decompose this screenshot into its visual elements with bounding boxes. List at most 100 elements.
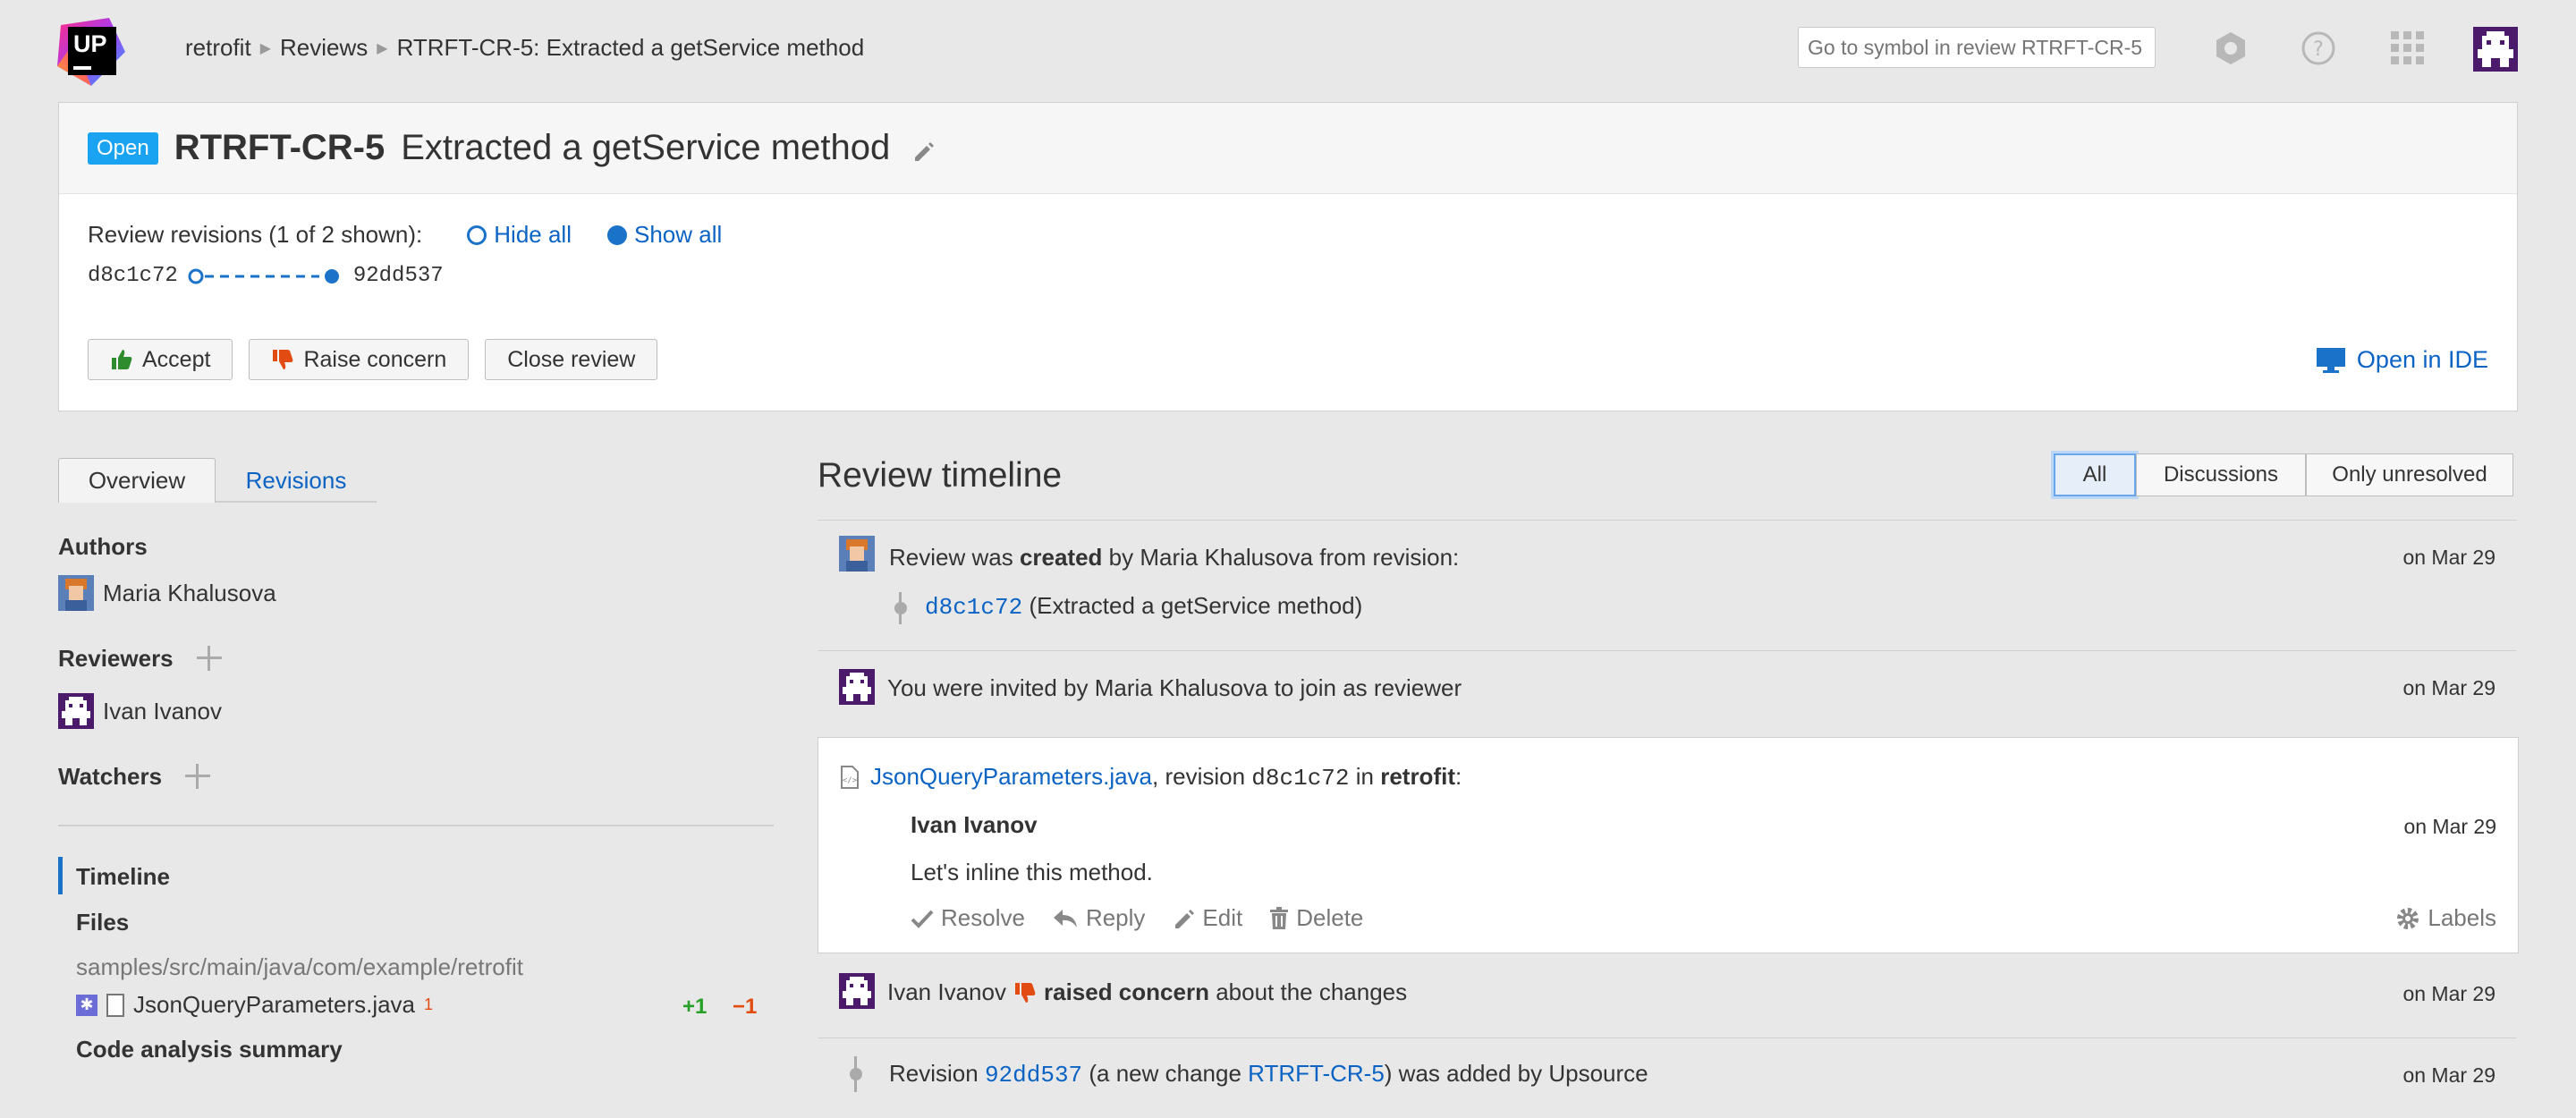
breadcrumb-reviews[interactable]: Reviews bbox=[280, 34, 368, 62]
breadcrumb-project[interactable]: retrofit bbox=[185, 34, 251, 62]
pencil-icon[interactable] bbox=[911, 140, 935, 163]
revision-from[interactable]: d8c1c72 bbox=[88, 264, 178, 288]
tab-revisions[interactable]: Revisions bbox=[216, 458, 377, 503]
show-all-label: Show all bbox=[633, 221, 723, 248]
revision-message: (Extracted a getService method) bbox=[1022, 592, 1363, 619]
show-all-radio[interactable]: Show all bbox=[606, 221, 723, 249]
avatar bbox=[839, 973, 875, 1009]
discussion-file-link[interactable]: JsonQueryParameters.java bbox=[870, 763, 1152, 790]
revision-link[interactable]: d8c1c72 bbox=[925, 594, 1022, 621]
review-id: RTRFT-CR-5 bbox=[174, 128, 386, 167]
file-directory-path: samples/src/main/java/com/example/retrof… bbox=[76, 953, 523, 980]
thumbs-down-icon bbox=[273, 350, 293, 369]
reply-arrow-icon bbox=[1053, 909, 1077, 927]
snowflake-icon: ✱ bbox=[76, 994, 97, 1016]
filter-discussions[interactable]: Discussions bbox=[2136, 453, 2306, 496]
upsource-logo[interactable]: UP bbox=[55, 16, 129, 88]
reply-button[interactable]: Reply bbox=[1052, 904, 1145, 932]
filter-only-unresolved[interactable]: Only unresolved bbox=[2306, 453, 2513, 496]
chevron-right-icon: ▶ bbox=[259, 40, 271, 56]
edit-button[interactable]: Edit bbox=[1172, 904, 1242, 932]
chevron-right-icon: ▶ bbox=[377, 40, 388, 56]
event-text: Ivan Ivanov raised concern about the cha… bbox=[887, 978, 1407, 1006]
file-icon bbox=[106, 993, 124, 1017]
reviewers-row: Reviewers bbox=[58, 644, 224, 673]
authors-heading: Authors bbox=[58, 533, 148, 560]
comment-date: on Mar 29 bbox=[2403, 815, 2496, 838]
comment-author: Ivan Ivanov bbox=[911, 811, 1038, 838]
logo-text: UP bbox=[73, 30, 107, 57]
pencil-icon bbox=[1175, 909, 1195, 928]
event-user-name: Ivan Ivanov bbox=[887, 978, 1006, 1005]
nav-files[interactable]: Files bbox=[76, 909, 129, 936]
event-date: on Mar 29 bbox=[2402, 676, 2496, 699]
filter-all[interactable]: All bbox=[2054, 453, 2136, 496]
discussion-header-text: , revision bbox=[1152, 763, 1252, 790]
comment-body: Let's inline this method. bbox=[911, 859, 1153, 885]
trash-icon bbox=[1270, 906, 1289, 929]
review-link[interactable]: RTRFT-CR-5 bbox=[1248, 1060, 1385, 1087]
close-review-button[interactable]: Close review bbox=[485, 339, 658, 380]
event-text-part: ) was added by Upsource bbox=[1384, 1060, 1648, 1087]
event-revision: d8c1c72 (Extracted a getService method) bbox=[925, 592, 1362, 621]
lines-added: +1 bbox=[682, 995, 708, 1019]
close-review-label: Close review bbox=[507, 346, 636, 372]
event-date: on Mar 29 bbox=[2402, 546, 2496, 569]
user-avatar[interactable] bbox=[2473, 27, 2518, 72]
edit-label: Edit bbox=[1202, 904, 1243, 931]
revisions-label: Review revisions (1 of 2 shown): bbox=[88, 221, 423, 248]
reviewers-heading: Reviewers bbox=[58, 644, 174, 672]
open-in-ide-link[interactable]: Open in IDE bbox=[2316, 346, 2488, 374]
svg-text:?: ? bbox=[2313, 38, 2324, 61]
status-badge: Open bbox=[88, 131, 158, 165]
hexagon-settings-icon[interactable] bbox=[2211, 29, 2250, 68]
accept-button[interactable]: Accept bbox=[88, 339, 233, 380]
reviewer-name: Ivan Ivanov bbox=[103, 697, 222, 724]
add-reviewer-icon[interactable] bbox=[195, 644, 224, 673]
monitor-icon bbox=[2316, 347, 2345, 373]
commit-dot-icon bbox=[894, 602, 907, 614]
event-text-part: Review was bbox=[889, 544, 1020, 571]
tab-overview[interactable]: Overview bbox=[58, 458, 216, 503]
delete-button[interactable]: Delete bbox=[1269, 904, 1363, 932]
revision-to[interactable]: 92dd537 bbox=[353, 264, 444, 288]
discussion-header-text: : bbox=[1454, 763, 1462, 790]
author-name: Maria Khalusova bbox=[103, 579, 276, 606]
timeline-filters: All Discussions Only unresolved bbox=[2054, 453, 2513, 496]
nav-timeline[interactable]: Timeline bbox=[76, 863, 170, 891]
event-text-part: (a new change bbox=[1082, 1060, 1249, 1087]
discussion-header-text: in bbox=[1349, 763, 1381, 790]
divider bbox=[58, 825, 774, 826]
timeline-event-invited: You were invited by Maria Khalusova to j… bbox=[818, 650, 2517, 737]
revision-link[interactable]: 92dd537 bbox=[985, 1062, 1082, 1088]
labels-label: Labels bbox=[2428, 904, 2496, 931]
left-tabs: Overview Revisions bbox=[58, 458, 377, 503]
raise-concern-button[interactable]: Raise concern bbox=[249, 339, 470, 380]
author-item[interactable]: Maria Khalusova bbox=[58, 575, 276, 611]
discussion-header: </> JsonQueryParameters.java, revision d… bbox=[840, 763, 1462, 792]
file-name: JsonQueryParameters.java bbox=[133, 991, 416, 1018]
nav-code-analysis[interactable]: Code analysis summary bbox=[76, 1036, 343, 1063]
breadcrumb-current-review: RTRFT-CR-5: Extracted a getService metho… bbox=[396, 34, 865, 61]
thumbs-down-icon bbox=[1014, 982, 1036, 1003]
apps-grid-icon[interactable] bbox=[2388, 29, 2428, 68]
labels-button[interactable]: Labels bbox=[2395, 904, 2496, 932]
timeline-event-revision-added: Revision 92dd537 (a new change RTRFT-CR-… bbox=[818, 1038, 2517, 1118]
raise-concern-label: Raise concern bbox=[303, 346, 447, 372]
commit-dot-icon bbox=[850, 1068, 862, 1080]
review-header-card: Open RTRFT-CR-5 Extracted a getService m… bbox=[58, 102, 2518, 411]
help-icon[interactable]: ? bbox=[2299, 29, 2338, 68]
avatar bbox=[58, 693, 94, 729]
radio-empty-icon bbox=[467, 224, 487, 245]
add-watcher-icon[interactable] bbox=[183, 762, 212, 791]
event-text: Review was created by Maria Khalusova fr… bbox=[889, 544, 1459, 572]
reviewer-item[interactable]: Ivan Ivanov bbox=[58, 693, 222, 729]
symbol-search-input[interactable] bbox=[1798, 27, 2156, 68]
watchers-row: Watchers bbox=[58, 762, 212, 791]
event-text-part: by Maria Khalusova from revision: bbox=[1102, 544, 1460, 571]
checkmark-icon bbox=[911, 910, 934, 928]
hide-all-radio[interactable]: Hide all bbox=[467, 221, 572, 249]
resolve-button[interactable]: Resolve bbox=[911, 904, 1025, 932]
file-item[interactable]: ✱ JsonQueryParameters.java 1 bbox=[76, 991, 433, 1019]
timeline-event-created: Review was created by Maria Khalusova fr… bbox=[818, 520, 2517, 650]
